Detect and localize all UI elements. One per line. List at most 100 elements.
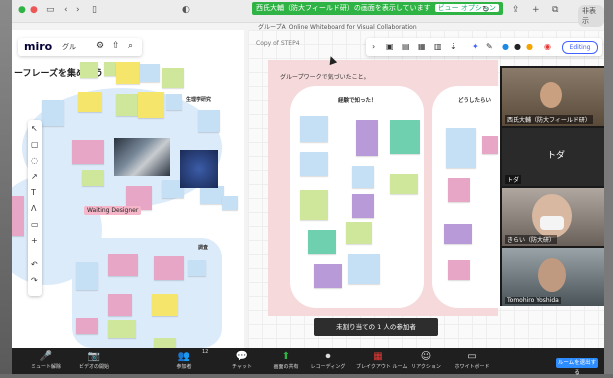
shapes-icon[interactable]: ◌: [31, 156, 38, 165]
sticky-note[interactable]: [448, 260, 470, 280]
zoom-control-4[interactable]: 💬 チャット: [220, 350, 264, 370]
participant-count: 12: [202, 349, 209, 355]
video-tile-1[interactable]: 西氏大輔（防大フィールド研）: [502, 68, 604, 126]
sticky-note[interactable]: [198, 110, 220, 132]
zoom-control-icon: ⏺: [325, 351, 331, 362]
text-icon[interactable]: T: [31, 188, 36, 197]
board-icon[interactable]: ▤: [402, 42, 410, 51]
sticky-note[interactable]: [308, 230, 336, 254]
sticky-note[interactable]: [200, 186, 224, 204]
photo-image[interactable]: [114, 138, 170, 176]
sticky-note[interactable]: [12, 196, 24, 236]
sticky-note[interactable]: [140, 64, 160, 82]
connector-icon[interactable]: ↗: [31, 172, 38, 181]
add-tab-icon[interactable]: +: [532, 5, 540, 15]
sticky-note[interactable]: [162, 68, 184, 88]
sticky-note[interactable]: [300, 152, 328, 176]
more-tools-icon[interactable]: +: [31, 236, 38, 245]
sticky-note[interactable]: [138, 92, 164, 118]
photo-image-2[interactable]: [180, 150, 218, 188]
sticky-note[interactable]: [356, 120, 378, 156]
sticky-note[interactable]: [300, 116, 328, 142]
zoom-control-icon: ▦: [373, 351, 383, 362]
sticky-note[interactable]: [446, 128, 476, 168]
sticky-note[interactable]: [352, 194, 374, 218]
sticky-note[interactable]: [116, 62, 140, 84]
sticky-note[interactable]: [42, 100, 64, 126]
participant-name: トダ: [505, 175, 522, 184]
zoom-control-9[interactable]: ▭ ホワイトボード: [450, 350, 494, 370]
mask-shape: [540, 216, 564, 230]
zoom-control-3[interactable]: 👥 参加者: [162, 350, 206, 370]
sticky-note[interactable]: [80, 62, 98, 78]
frame-tool-icon[interactable]: ▭: [31, 220, 39, 229]
select-icon[interactable]: ↖: [31, 124, 38, 133]
share-icon[interactable]: ⇪: [512, 5, 520, 15]
sidebar-icon[interactable]: ▯: [92, 5, 97, 15]
more-icon[interactable]: ⇣: [450, 42, 457, 51]
sticky-note[interactable]: [448, 178, 470, 202]
sticky-note[interactable]: [154, 256, 184, 280]
chevron-icon[interactable]: ›: [372, 42, 375, 51]
refresh-icon[interactable]: ↻: [482, 5, 490, 15]
sticky-note[interactable]: [108, 320, 136, 338]
frame-icon[interactable]: ▣: [386, 42, 394, 51]
zoom-control-6[interactable]: ⏺ レコーディング: [306, 350, 350, 370]
sticky-note[interactable]: [348, 254, 380, 284]
comment-icon[interactable]: ▦: [418, 42, 426, 51]
sticky-note[interactable]: [166, 94, 182, 110]
redo-icon[interactable]: ↷: [31, 276, 38, 285]
zoom-control-5[interactable]: ⬆ 画面の共有: [264, 350, 308, 370]
sticky-note[interactable]: [390, 174, 418, 194]
pen-tool-icon[interactable]: Λ: [31, 204, 36, 213]
zoom-control-icon: 📷: [87, 351, 101, 362]
sticky-note[interactable]: [314, 264, 342, 288]
forward-icon[interactable]: ›: [76, 5, 80, 15]
sticky-note[interactable]: [108, 254, 138, 276]
sticky-note[interactable]: [72, 140, 104, 164]
present-icon[interactable]: ▥: [434, 42, 442, 51]
tabs-icon[interactable]: ⧉: [552, 5, 558, 15]
zoom-control-2[interactable]: 📷 ビデオの開始: [72, 350, 116, 370]
sticky-note[interactable]: [78, 92, 102, 112]
sticky-note[interactable]: [300, 190, 328, 220]
sticky-note[interactable]: [346, 222, 372, 244]
participant-face: [540, 82, 562, 108]
collaborators-icon[interactable]: ●: [502, 42, 509, 51]
undo-icon[interactable]: ↶: [31, 260, 38, 269]
avatar-icon[interactable]: ●: [514, 42, 521, 51]
editing-toggle[interactable]: Editing: [562, 41, 598, 54]
hide-button[interactable]: 非表示: [578, 5, 604, 27]
zoom-control-7[interactable]: ▦ ブレイクアウト ルーム: [356, 350, 407, 370]
upload-icon[interactable]: ⇧: [112, 41, 120, 51]
video-tile-2[interactable]: トダ トダ: [502, 128, 604, 186]
sticky-note[interactable]: [482, 136, 498, 154]
zoom-control-8[interactable]: ☺ リアクション: [404, 350, 448, 370]
leave-room-button[interactable]: ルームを退出する: [556, 358, 598, 376]
sticky-note[interactable]: [116, 94, 138, 116]
sticky-note[interactable]: [352, 166, 374, 188]
video-tile-4[interactable]: Tomohiro Yoshida: [502, 248, 604, 306]
back-icon[interactable]: ‹: [64, 5, 68, 15]
user-avatar-icon[interactable]: ◉: [544, 42, 551, 51]
settings-icon[interactable]: ⚙: [96, 41, 104, 51]
board-name[interactable]: グル: [62, 42, 76, 52]
sticky-note[interactable]: [152, 294, 178, 316]
reactions-icon[interactable]: ✦: [472, 42, 479, 51]
video-tile-3[interactable]: きらい（防大研）: [502, 188, 604, 246]
sticky-note-icon[interactable]: ▢: [31, 140, 39, 149]
sticky-note[interactable]: [108, 294, 132, 316]
sticky-note[interactable]: [76, 318, 98, 334]
sticky-note[interactable]: [82, 170, 104, 186]
sticky-note[interactable]: [222, 196, 238, 210]
sticky-note[interactable]: [390, 120, 420, 154]
sticky-note[interactable]: [188, 260, 206, 276]
sticky-note[interactable]: [76, 262, 98, 290]
zoom-control-1[interactable]: 🎤 ミュート解除: [24, 350, 68, 370]
avatar-2-icon[interactable]: ●: [526, 42, 533, 51]
unassigned-participants-tooltip: 未割り当ての 1 人の参加者: [314, 318, 438, 336]
sidebar-toggle-icon[interactable]: ▭: [46, 5, 55, 15]
sticky-note[interactable]: [444, 224, 472, 244]
search-icon[interactable]: ⌕: [128, 41, 133, 51]
pen-icon[interactable]: ✎: [486, 42, 493, 51]
